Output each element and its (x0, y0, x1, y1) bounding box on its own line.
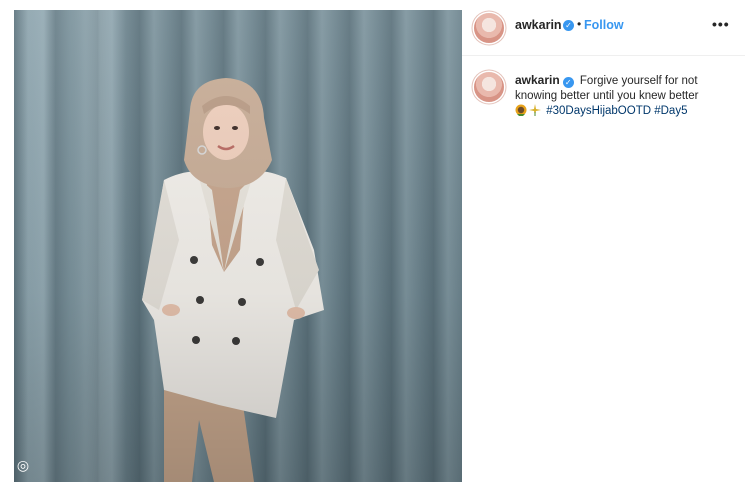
caption-username[interactable]: awkarin (515, 73, 560, 87)
hashtag-link[interactable]: #30DaysHijabOOTD (546, 105, 651, 117)
follow-button[interactable]: Follow (584, 18, 624, 32)
header-username[interactable]: awkarin (515, 18, 562, 32)
sparkle-flower-emoji (529, 104, 541, 116)
separator-dot: • (577, 17, 582, 31)
hashtag-link[interactable]: #Day5 (654, 105, 687, 117)
verified-badge-icon: ✓ (562, 77, 574, 88)
caption: awkarin ✓ Forgive yourself for not knowin… (515, 73, 740, 119)
post-viewer: ◎ awkarin ✓ • Follow ••• awkarin ✓ Forgiv… (0, 0, 745, 489)
post-header: awkarin ✓ • Follow ••• (462, 10, 745, 56)
photo-shade (14, 10, 462, 482)
more-options-icon[interactable]: ••• (712, 16, 730, 32)
avatar[interactable] (474, 13, 504, 43)
post-side-panel: awkarin ✓ • Follow ••• awkarin ✓ Forgive … (462, 10, 745, 482)
tagged-user-icon[interactable]: ◎ (14, 456, 32, 474)
post-photo[interactable] (14, 10, 462, 482)
verified-badge-icon: ✓ (563, 20, 574, 31)
sunflower-face-emoji (515, 104, 527, 116)
avatar[interactable] (474, 72, 504, 102)
